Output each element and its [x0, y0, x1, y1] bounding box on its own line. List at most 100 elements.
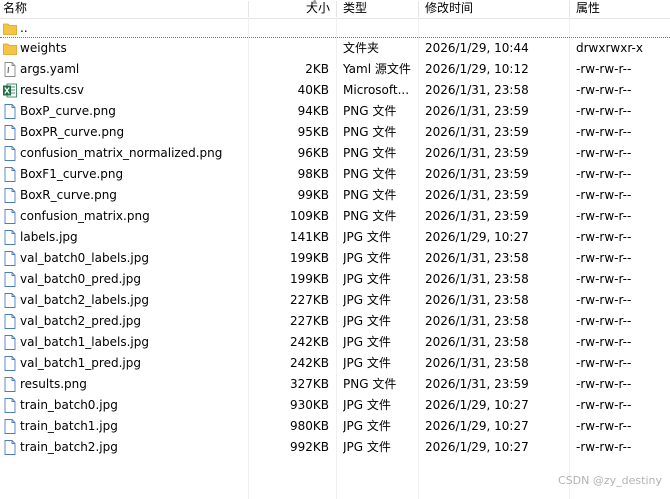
- file-attributes: -rw-rw-r--: [576, 335, 632, 349]
- image-file-icon: [3, 167, 17, 182]
- file-row[interactable]: BoxF1_curve.png 98KB PNG 文件 2026/1/31, 23:5…: [0, 164, 670, 185]
- file-row[interactable]: train_batch0.jpg 930KB JPG 文件 2026/1/29, 10…: [0, 395, 670, 416]
- file-attributes: -rw-rw-r--: [576, 167, 632, 181]
- file-attributes: -rw-rw-r--: [576, 230, 632, 244]
- file-row[interactable]: val_batch1_labels.jpg 242KB JPG 文件 2026/1/3…: [0, 332, 670, 353]
- file-row[interactable]: val_batch0_labels.jpg 199KB JPG 文件 2026/1/3…: [0, 248, 670, 269]
- column-divider[interactable]: [418, 1, 419, 17]
- file-name: BoxR_curve.png: [20, 188, 117, 202]
- file-type: PNG 文件: [343, 167, 397, 181]
- column-header-size[interactable]: 大小: [306, 0, 330, 18]
- file-row[interactable]: weights 文件夹 2026/1/29, 10:44 drwxrwxr-x: [0, 38, 670, 59]
- file-attributes: -rw-rw-r--: [576, 251, 632, 265]
- file-type: JPG 文件: [343, 251, 391, 265]
- column-header-attributes[interactable]: 属性: [576, 0, 600, 18]
- file-name: val_batch1_labels.jpg: [20, 335, 149, 349]
- file-modified: 2026/1/31, 23:58: [425, 335, 529, 349]
- column-header-bar: 名称 ▲ 大小 类型 修改时间 属性: [0, 0, 670, 19]
- file-type: Microsoft...: [343, 83, 410, 97]
- file-type: 文件夹: [343, 41, 380, 55]
- file-size: 98KB: [297, 167, 329, 181]
- image-file-icon: [3, 188, 17, 203]
- file-row[interactable]: confusion_matrix_normalized.png 96KB PNG 文…: [0, 143, 670, 164]
- image-file-icon: [3, 377, 17, 392]
- image-file-icon: [3, 104, 17, 119]
- image-file-icon: [3, 230, 17, 245]
- image-file-icon: [3, 356, 17, 371]
- file-row[interactable]: BoxR_curve.png 99KB PNG 文件 2026/1/31, 23:59…: [0, 185, 670, 206]
- column-header-name[interactable]: 名称: [3, 0, 27, 18]
- file-modified: 2026/1/31, 23:59: [425, 377, 529, 391]
- file-type: PNG 文件: [343, 146, 397, 160]
- file-name: train_batch0.jpg: [20, 398, 118, 412]
- watermark: CSDN @zy_destiny: [558, 474, 662, 487]
- file-row[interactable]: labels.jpg 141KB JPG 文件 2026/1/29, 10:27 -rw…: [0, 227, 670, 248]
- file-type: JPG 文件: [343, 314, 391, 328]
- file-attributes: -rw-rw-r--: [576, 314, 632, 328]
- file-row[interactable]: train_batch2.jpg 992KB JPG 文件 2026/1/29, 10…: [0, 437, 670, 458]
- file-size: 40KB: [297, 83, 329, 97]
- file-type: JPG 文件: [343, 419, 391, 433]
- file-size: 99KB: [297, 188, 329, 202]
- file-name: confusion_matrix_normalized.png: [20, 146, 223, 160]
- file-row[interactable]: val_batch2_pred.jpg 227KB JPG 文件 2026/1/31,…: [0, 311, 670, 332]
- file-row[interactable]: val_batch1_pred.jpg 242KB JPG 文件 2026/1/31,…: [0, 353, 670, 374]
- file-name: labels.jpg: [20, 230, 78, 244]
- file-row[interactable]: results.csv 40KB Microsoft... 2026/1/31, 23…: [0, 80, 670, 101]
- column-header-type[interactable]: 类型: [343, 0, 367, 18]
- file-type: PNG 文件: [343, 377, 397, 391]
- excel-file-icon: [3, 83, 17, 98]
- file-size: 242KB: [289, 356, 329, 370]
- column-divider[interactable]: [336, 1, 337, 17]
- file-modified: 2026/1/31, 23:59: [425, 167, 529, 181]
- file-name: args.yaml: [20, 62, 80, 76]
- file-modified: 2026/1/31, 23:59: [425, 104, 529, 118]
- file-modified: 2026/1/29, 10:27: [425, 440, 529, 454]
- image-file-icon: [3, 440, 17, 455]
- file-attributes: -rw-rw-r--: [576, 104, 632, 118]
- text-file-icon: [3, 62, 17, 77]
- file-attributes: -rw-rw-r--: [576, 146, 632, 160]
- file-modified: 2026/1/29, 10:27: [425, 398, 529, 412]
- file-row[interactable]: args.yaml 2KB Yaml 源文件 2026/1/29, 10:12 -rw-…: [0, 59, 670, 80]
- file-size: 930KB: [289, 398, 329, 412]
- file-name: val_batch0_pred.jpg: [20, 272, 141, 286]
- file-modified: 2026/1/29, 10:12: [425, 62, 529, 76]
- file-row[interactable]: confusion_matrix.png 109KB PNG 文件 2026/1/31…: [0, 206, 670, 227]
- file-row[interactable]: BoxP_curve.png 94KB PNG 文件 2026/1/31, 23:59…: [0, 101, 670, 122]
- file-row[interactable]: train_batch1.jpg 980KB JPG 文件 2026/1/29, 10…: [0, 416, 670, 437]
- file-size: 2KB: [305, 62, 329, 76]
- file-attributes: -rw-rw-r--: [576, 125, 632, 139]
- file-modified: 2026/1/29, 10:44: [425, 41, 529, 55]
- image-file-icon: [3, 272, 17, 287]
- file-modified: 2026/1/31, 23:58: [425, 83, 529, 97]
- image-file-icon: [3, 419, 17, 434]
- file-name: BoxPR_curve.png: [20, 125, 125, 139]
- file-row[interactable]: val_batch2_labels.jpg 227KB JPG 文件 2026/1/3…: [0, 290, 670, 311]
- file-row[interactable]: val_batch0_pred.jpg 199KB JPG 文件 2026/1/31,…: [0, 269, 670, 290]
- column-divider[interactable]: [569, 1, 570, 17]
- file-type: PNG 文件: [343, 209, 397, 223]
- file-attributes: -rw-rw-r--: [576, 83, 632, 97]
- file-type: JPG 文件: [343, 335, 391, 349]
- image-file-icon: [3, 335, 17, 350]
- file-size: 327KB: [289, 377, 329, 391]
- image-file-icon: [3, 146, 17, 161]
- file-attributes: -rw-rw-r--: [576, 272, 632, 286]
- file-size: 94KB: [297, 104, 329, 118]
- folder-icon: [3, 41, 17, 56]
- file-attributes: -rw-rw-r--: [576, 440, 632, 454]
- file-type: JPG 文件: [343, 356, 391, 370]
- file-row[interactable]: BoxPR_curve.png 95KB PNG 文件 2026/1/31, 23:5…: [0, 122, 670, 143]
- image-file-icon: [3, 209, 17, 224]
- file-name: results.png: [20, 377, 87, 391]
- column-header-modified[interactable]: 修改时间: [425, 0, 473, 18]
- file-size: 242KB: [289, 335, 329, 349]
- file-size: 96KB: [297, 146, 329, 160]
- file-attributes: -rw-rw-r--: [576, 398, 632, 412]
- file-row[interactable]: results.png 327KB PNG 文件 2026/1/31, 23:59 -r…: [0, 374, 670, 395]
- file-modified: 2026/1/31, 23:58: [425, 272, 529, 286]
- column-divider[interactable]: [248, 1, 249, 17]
- file-name: train_batch1.jpg: [20, 419, 118, 433]
- parent-directory-row[interactable]: ..: [0, 19, 670, 38]
